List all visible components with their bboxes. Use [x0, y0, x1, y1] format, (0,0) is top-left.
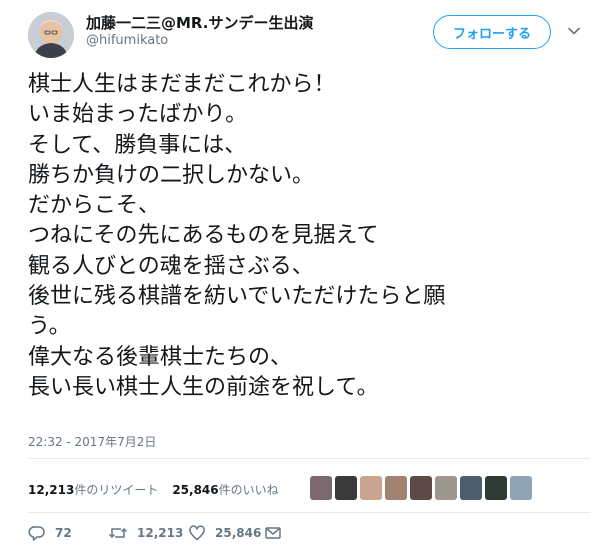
avatar-image — [28, 12, 74, 58]
tweet-text-line: う。 — [28, 314, 71, 340]
retweet-icon — [108, 527, 128, 539]
user-handle[interactable]: @hifumikato — [86, 33, 168, 48]
tweet-text: 棋士人生はまだまだこれから！ いま始まったばかり。 そして、勝負事には、 勝ちか… — [28, 70, 588, 403]
envelope-icon — [265, 527, 281, 539]
liker-avatar[interactable] — [510, 476, 532, 500]
like-stat-count: 25,846 — [172, 483, 219, 497]
reply-icon — [28, 526, 45, 541]
liker-avatar[interactable] — [385, 476, 407, 500]
liker-avatar[interactable] — [335, 476, 357, 500]
like-stat-label: 件のいいね — [218, 483, 279, 497]
dm-button[interactable] — [264, 524, 282, 542]
retweet-stat-count: 12,213 — [28, 483, 75, 497]
tweet-text-line: だからこそ、 — [28, 193, 161, 219]
reply-count: 72 — [55, 526, 72, 540]
divider — [28, 458, 590, 459]
retweet-stat-label: 件のリツイート — [74, 483, 159, 497]
follow-button[interactable]: フォローする — [433, 15, 551, 49]
tweet-text-line: そして、勝負事には、 — [28, 132, 247, 158]
tweet-text-line: 後世に残る棋譜を紡いでいただけたらと願 — [28, 284, 446, 310]
like-button[interactable]: 25,846 — [188, 524, 261, 542]
liker-avatar[interactable] — [460, 476, 482, 500]
chevron-down-icon[interactable] — [567, 24, 581, 38]
like-count: 25,846 — [215, 526, 262, 540]
avatar[interactable] — [28, 12, 74, 58]
tweet-text-line: 観る人びとの魂を揺さぶる、 — [28, 253, 314, 279]
tweet-text-line: 勝ちか負けの二択しかない。 — [28, 162, 315, 188]
tweet-text-line: いま始まったばかり。 — [28, 102, 248, 128]
reply-button[interactable]: 72 — [28, 524, 72, 542]
retweet-button[interactable]: 12,213 — [108, 524, 183, 542]
tweet-timestamp[interactable]: 22:32 - 2017年7月2日 — [28, 433, 156, 450]
retweet-count: 12,213 — [137, 526, 184, 540]
heart-icon — [189, 525, 205, 541]
liker-avatar[interactable] — [485, 476, 507, 500]
liker-avatar[interactable] — [310, 476, 332, 500]
like-stat[interactable]: 25,846件のいいね — [172, 483, 278, 497]
divider — [28, 512, 590, 513]
display-name[interactable]: 加藤一二三@MR.サンデー生出演 — [86, 12, 313, 33]
tweet-text-line: 偉大なる後輩棋士たちの、 — [28, 344, 293, 370]
liker-avatar[interactable] — [410, 476, 432, 500]
tweet-text-line: 長い長い棋士人生の前途を祝して。 — [28, 374, 379, 400]
tweet-text-line: つねにその先にあるものを見据えて — [28, 223, 379, 249]
engagement-stats: 12,213件のリツイート 25,846件のいいね — [28, 481, 279, 498]
liker-avatar[interactable] — [435, 476, 457, 500]
tweet-text-line: 棋士人生はまだまだこれから！ — [28, 72, 336, 97]
retweet-stat[interactable]: 12,213件のリツイート — [28, 483, 158, 497]
liker-avatar[interactable] — [360, 476, 382, 500]
